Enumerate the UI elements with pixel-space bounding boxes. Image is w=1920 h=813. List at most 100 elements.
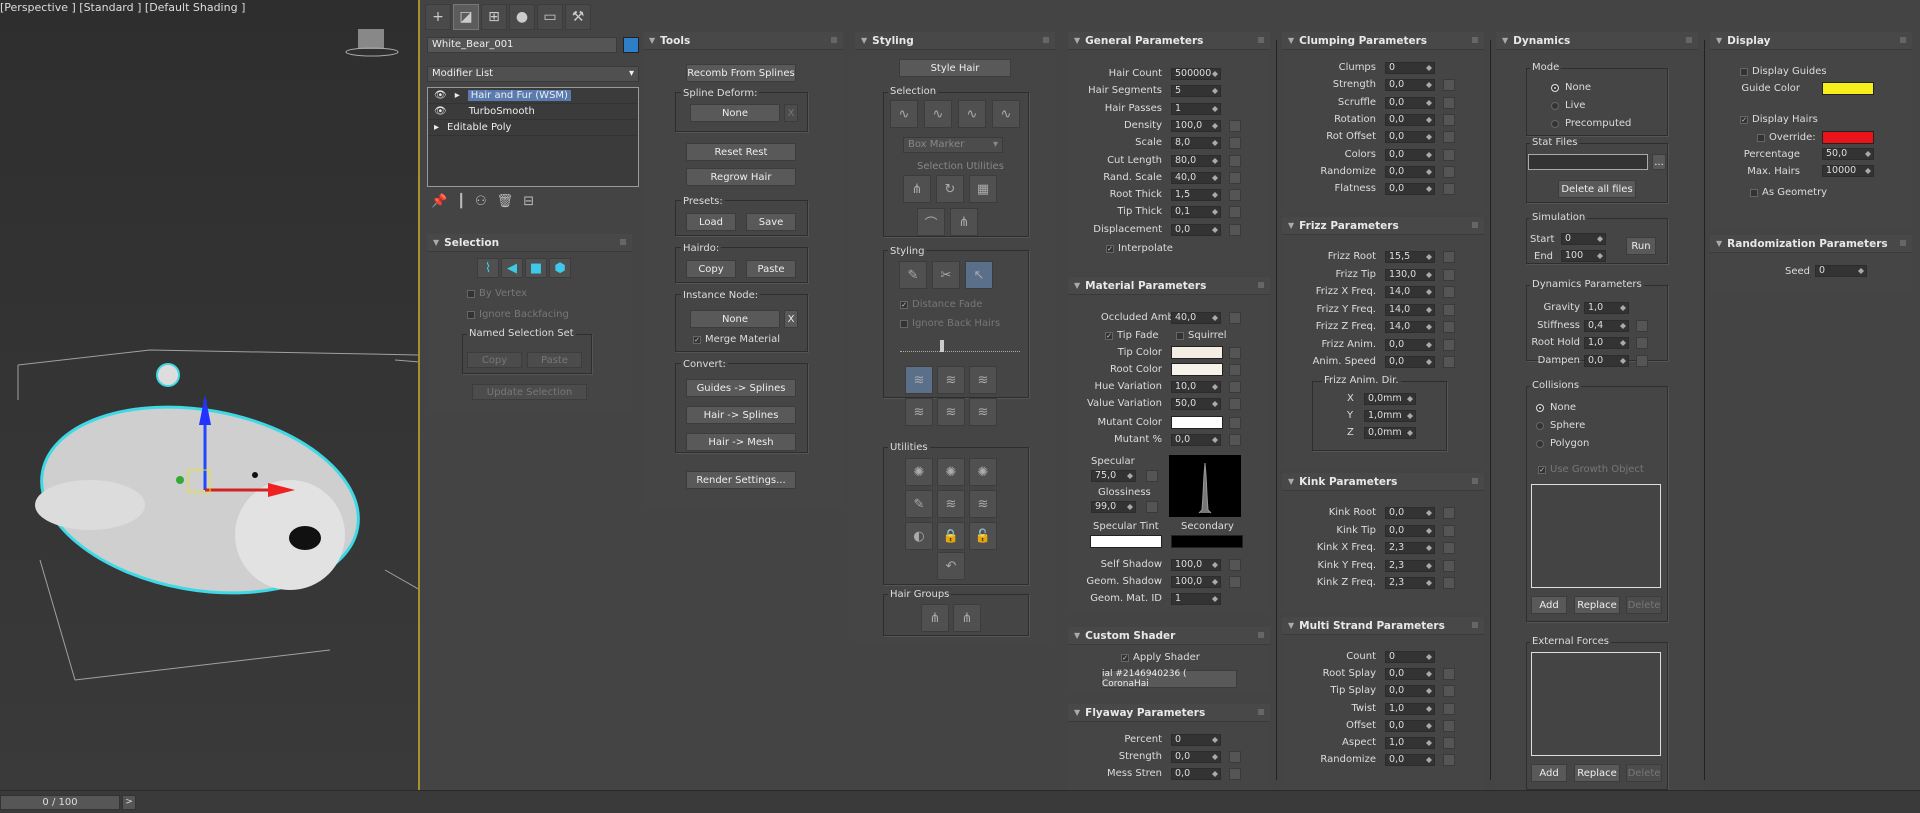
max-hairs-spinner[interactable]: 10000 (1822, 165, 1874, 177)
toggle-hair-icon[interactable]: ◐ (905, 522, 933, 550)
display-hairs-checkbox[interactable]: ✓ Display Hairs (1740, 114, 1818, 125)
unlock-icon[interactable]: 🔓 (969, 522, 997, 550)
dynamics-param-map-button[interactable] (1636, 319, 1648, 332)
mutant-color-map-button[interactable] (1229, 417, 1241, 429)
hairdo-paste-button[interactable]: Paste (746, 260, 796, 278)
stat-files-field[interactable] (1528, 154, 1648, 170)
mutant-pct-map-button[interactable] (1229, 434, 1241, 446)
copy-button[interactable]: Copy (467, 352, 522, 368)
multistrand-param-map-button[interactable] (1443, 668, 1455, 681)
forces-add-button[interactable]: Add (1531, 764, 1567, 782)
general-param-spinner[interactable]: 500000 (1171, 68, 1221, 80)
clumping-param-spinner[interactable]: 0,0 (1385, 165, 1435, 178)
multistrand-param-map-button[interactable] (1443, 719, 1455, 732)
stand-icon[interactable]: ≋ (937, 366, 965, 394)
general-param-spinner[interactable]: 5 (1171, 85, 1221, 98)
rotate-selection-icon[interactable]: ↻ (936, 175, 964, 203)
clumping-param-spinner[interactable]: 0,0 (1385, 113, 1435, 126)
seed-spinner[interactable]: 0 (1815, 265, 1867, 277)
pop-selected-icon[interactable]: ✺ (937, 458, 965, 486)
geom-shadow-map-button[interactable] (1229, 576, 1241, 588)
self-shadow-map-button[interactable] (1229, 559, 1241, 571)
self-shadow-spinner[interactable]: 100,0 (1171, 559, 1221, 571)
hair-to-mesh-button[interactable]: Hair -> Mesh (686, 433, 796, 451)
dynamics-header[interactable]: ▼ Dynamics (1496, 32, 1698, 50)
multistrand-param-spinner[interactable]: 0,0 (1385, 719, 1435, 732)
dynamics-param-map-button[interactable] (1636, 354, 1648, 367)
frizz-param-spinner[interactable]: 130,0 (1385, 268, 1435, 281)
multistrand-param-map-button[interactable] (1443, 702, 1455, 715)
scale-icon[interactable]: ≋ (969, 398, 997, 426)
rotate-icon[interactable]: ≋ (937, 398, 965, 426)
dynamics-param-spinner[interactable]: 1,0 (1584, 302, 1629, 314)
select-cursor-icon[interactable]: ↖ (965, 261, 993, 289)
tip-icon[interactable]: ◀ (501, 258, 523, 278)
strand-icon[interactable]: ⬢ (549, 258, 571, 278)
kink-param-map-button[interactable] (1443, 542, 1455, 554)
override-checkbox[interactable]: Override: (1757, 132, 1816, 143)
distance-fade-checkbox[interactable]: ✓ Distance Fade (900, 299, 982, 310)
clump-icon[interactable]: ≋ (905, 398, 933, 426)
occluded-amb-spinner[interactable]: 40,0 (1171, 312, 1221, 324)
split-group-icon[interactable]: ⋔ (921, 604, 949, 632)
save-button[interactable]: Save (746, 213, 796, 231)
utilities-icon[interactable]: ⚒ (565, 4, 591, 30)
general-param-spinner[interactable]: 1 (1171, 102, 1221, 115)
material-header[interactable]: ▼ Material Parameters (1068, 277, 1270, 295)
general-param-map-button[interactable] (1229, 189, 1241, 202)
frizz-param-map-button[interactable] (1443, 303, 1455, 316)
root-color-swatch[interactable] (1171, 363, 1223, 376)
lock-icon[interactable]: 🔒 (937, 522, 965, 550)
show-hidden-icon[interactable]: ⋔ (950, 208, 978, 236)
styling-header[interactable]: ▼ Styling (855, 32, 1055, 50)
show-end-result-icon[interactable]: ┃ (457, 194, 465, 209)
object-name-field[interactable]: White_Bear_001 (427, 37, 617, 53)
custom-shader-header[interactable]: ▼ Custom Shader (1068, 627, 1270, 645)
display-guides-checkbox[interactable]: Display Guides (1740, 66, 1827, 77)
value-variation-map-button[interactable] (1229, 398, 1241, 410)
collision-objects-list[interactable] (1531, 484, 1661, 588)
multistrand-param-spinner[interactable]: 1,0 (1385, 702, 1435, 715)
clumping-param-spinner[interactable]: 0 (1385, 62, 1435, 74)
load-button[interactable]: Load (686, 213, 736, 231)
modifier-list-dropdown[interactable]: Modifier List ▾ (427, 66, 639, 82)
puff-roots-icon[interactable]: ≋ (969, 366, 997, 394)
collision-delete-button[interactable]: Delete (1626, 596, 1662, 614)
merge-group-icon[interactable]: ⋔ (953, 604, 981, 632)
multistrand-param-map-button[interactable] (1443, 685, 1455, 698)
dynamics-param-map-button[interactable] (1636, 337, 1648, 349)
clumping-param-spinner[interactable]: 0,0 (1385, 148, 1435, 161)
general-param-map-button[interactable] (1229, 154, 1241, 167)
dynamics-param-spinner[interactable]: 0,4 (1584, 319, 1629, 332)
regrow-hair-button[interactable]: Regrow Hair (686, 168, 796, 186)
collisions-sphere-radio[interactable]: Sphere (1536, 420, 1585, 431)
trash-icon[interactable]: 🗑 (497, 194, 514, 209)
brush-size-slider[interactable] (900, 340, 1020, 352)
tools-header[interactable]: ▼ Tools (643, 32, 843, 50)
create-icon[interactable]: + (425, 4, 451, 30)
dynamics-param-spinner[interactable]: 0,0 (1584, 354, 1629, 367)
tip-fade-checkbox[interactable]: ✓ Tip Fade (1105, 330, 1159, 341)
interpolate-checkbox[interactable]: ✓ Interpolate (1106, 243, 1173, 254)
specular-tint-swatch[interactable] (1090, 535, 1162, 548)
ignore-backfacing-checkbox[interactable]: Ignore Backfacing (467, 309, 569, 320)
frizz-param-spinner[interactable]: 0,0 (1385, 338, 1435, 351)
pin-icon[interactable]: 📌 (431, 194, 447, 209)
kink-param-map-button[interactable] (1443, 524, 1455, 537)
frizz-param-spinner[interactable]: 15,5 (1385, 251, 1435, 263)
kink-param-map-button[interactable] (1443, 577, 1455, 589)
expand-icon[interactable]: ▸ (455, 90, 460, 101)
clumping-param-spinner[interactable]: 0,0 (1385, 96, 1435, 109)
spline-deform-clear-button[interactable]: X (784, 104, 798, 122)
hide-selected-icon[interactable]: ⌒ (917, 208, 945, 236)
run-button[interactable]: Run (1626, 237, 1656, 255)
invert-selection-icon[interactable]: ⋔ (903, 175, 931, 203)
general-param-spinner[interactable]: 0,0 (1171, 223, 1221, 236)
guide-color-swatch[interactable] (1822, 82, 1874, 95)
multistrand-param-spinner[interactable]: 0 (1385, 651, 1435, 663)
end-spinner[interactable]: 100 (1561, 250, 1606, 262)
value-variation-spinner[interactable]: 50,0 (1171, 398, 1221, 410)
eye-icon[interactable]: 👁 (434, 106, 447, 117)
general-param-spinner[interactable]: 100,0 (1171, 119, 1221, 132)
specular-map-button[interactable] (1146, 470, 1158, 482)
